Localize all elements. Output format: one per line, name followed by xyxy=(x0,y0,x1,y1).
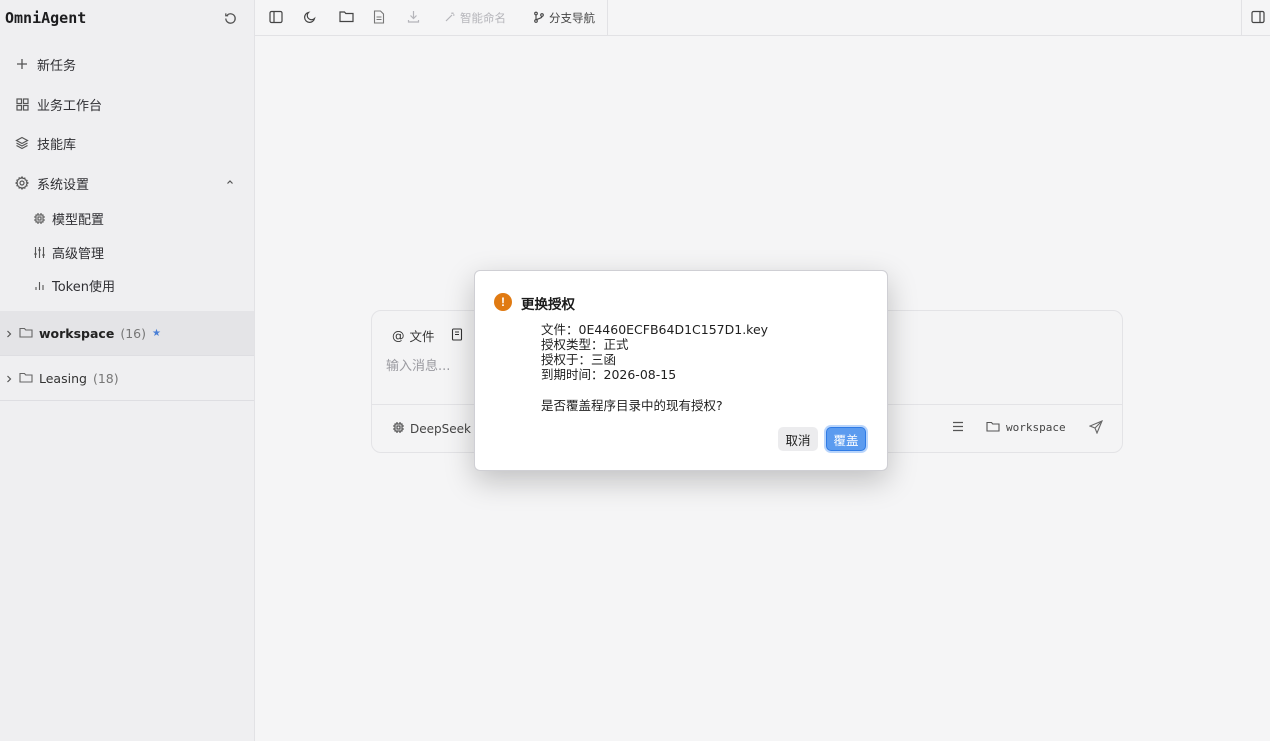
wand-icon xyxy=(444,11,456,26)
bar-chart-icon xyxy=(33,279,46,292)
nav-new-task-label: 新任务 xyxy=(37,58,77,74)
gear-icon xyxy=(15,176,29,190)
dialog-question: 是否覆盖程序目录中的现有授权? xyxy=(541,398,723,413)
top-toolbar: 智能命名 分支导航 xyxy=(255,0,1270,36)
overwrite-button[interactable]: 覆盖 xyxy=(826,427,866,451)
cancel-button[interactable]: 取消 xyxy=(778,427,818,451)
layers-icon xyxy=(15,136,29,150)
model-selector[interactable]: DeepSeek V xyxy=(392,421,483,437)
sub-model-config[interactable]: 模型配置 xyxy=(0,207,254,229)
toolbar-group: 智能命名 分支导航 xyxy=(255,0,608,36)
panel-toggle-icon[interactable] xyxy=(1251,10,1265,28)
folder-count: (18) xyxy=(92,370,119,386)
download-icon[interactable] xyxy=(407,10,420,23)
nav-workbench[interactable]: 业务工作台 xyxy=(0,92,254,116)
chip-icon xyxy=(33,212,46,225)
send-icon[interactable] xyxy=(1088,419,1104,438)
folder-icon xyxy=(19,326,33,341)
license-grantee: 授权于：三函 xyxy=(541,352,617,367)
folder-open-icon[interactable] xyxy=(339,10,354,23)
folder-name: workspace xyxy=(39,325,115,341)
workspace-selector[interactable]: workspace xyxy=(986,420,1066,435)
grid-icon xyxy=(15,97,29,111)
sub-model-config-label: 模型配置 xyxy=(52,212,105,228)
workspace-label: workspace xyxy=(1006,421,1066,434)
sliders-icon xyxy=(33,246,46,259)
folder-icon xyxy=(19,371,33,386)
nav-skills-label: 技能库 xyxy=(37,137,77,153)
at-icon: @ xyxy=(392,328,405,343)
nav-skills[interactable]: 技能库 xyxy=(0,131,254,155)
refresh-icon[interactable] xyxy=(223,11,238,26)
app-title: OmniAgent xyxy=(5,9,87,27)
file-mention-button[interactable]: @ 文件 xyxy=(392,326,435,345)
branch-nav-label: 分支导航 xyxy=(549,11,595,25)
moon-icon[interactable] xyxy=(303,10,317,24)
folder-count: (16) xyxy=(120,325,146,341)
branch-nav-button[interactable]: 分支导航 xyxy=(533,10,595,26)
sub-token-usage[interactable]: Token使用 xyxy=(0,274,254,296)
license-type: 授权类型：正式 xyxy=(541,337,629,352)
license-file: 文件：0E4460ECFB64D1C157D1.key xyxy=(541,322,769,337)
menu-icon[interactable] xyxy=(952,421,964,436)
sidebar: OmniAgent 新任务 业务工作台 技能库 系统设置 模型配置 高级管理 T… xyxy=(0,0,255,741)
chip-icon xyxy=(392,421,405,437)
sidebar-toggle-icon[interactable] xyxy=(269,10,283,24)
chevron-right-icon[interactable] xyxy=(5,371,13,386)
folder-icon xyxy=(986,420,1000,435)
chevron-right-icon[interactable] xyxy=(5,326,13,341)
plus-icon xyxy=(15,57,29,71)
composer-tabs: @ 文件 xyxy=(392,326,463,345)
chevron-up-icon[interactable] xyxy=(226,175,234,190)
divider xyxy=(0,400,254,401)
folder-name: Leasing xyxy=(39,370,87,386)
folder-workspace[interactable]: workspace (16) ★ xyxy=(0,311,254,355)
warning-icon: ! xyxy=(494,293,512,311)
nav-settings[interactable]: 系统设置 xyxy=(0,171,254,195)
nav-new-task[interactable]: 新任务 xyxy=(0,52,254,76)
nav-settings-label: 系统设置 xyxy=(37,177,90,193)
smart-name-button[interactable]: 智能命名 xyxy=(444,10,506,26)
document-icon[interactable] xyxy=(373,10,385,24)
license-expiry: 到期时间：2026-08-15 xyxy=(541,367,677,382)
nav-workbench-label: 业务工作台 xyxy=(37,98,103,114)
sidebar-header: OmniAgent xyxy=(0,0,254,36)
divider xyxy=(1241,0,1242,36)
smart-name-label: 智能命名 xyxy=(460,11,506,25)
folder-leasing[interactable]: Leasing (18) xyxy=(0,356,254,400)
sub-advanced-label: 高级管理 xyxy=(52,246,105,262)
notebook-icon xyxy=(451,327,463,344)
replace-license-dialog: ! 更换授权 文件：0E4460ECFB64D1C157D1.key 授权类型：… xyxy=(474,270,888,471)
notebook-button[interactable] xyxy=(451,326,463,345)
sub-advanced[interactable]: 高级管理 xyxy=(0,241,254,263)
star-icon[interactable]: ★ xyxy=(152,328,161,339)
sub-token-usage-label: Token使用 xyxy=(52,279,115,295)
branch-icon xyxy=(533,11,545,26)
file-mention-label: 文件 xyxy=(409,329,435,344)
model-label: DeepSeek V xyxy=(410,422,483,436)
dialog-title: 更换授权 xyxy=(521,297,575,313)
